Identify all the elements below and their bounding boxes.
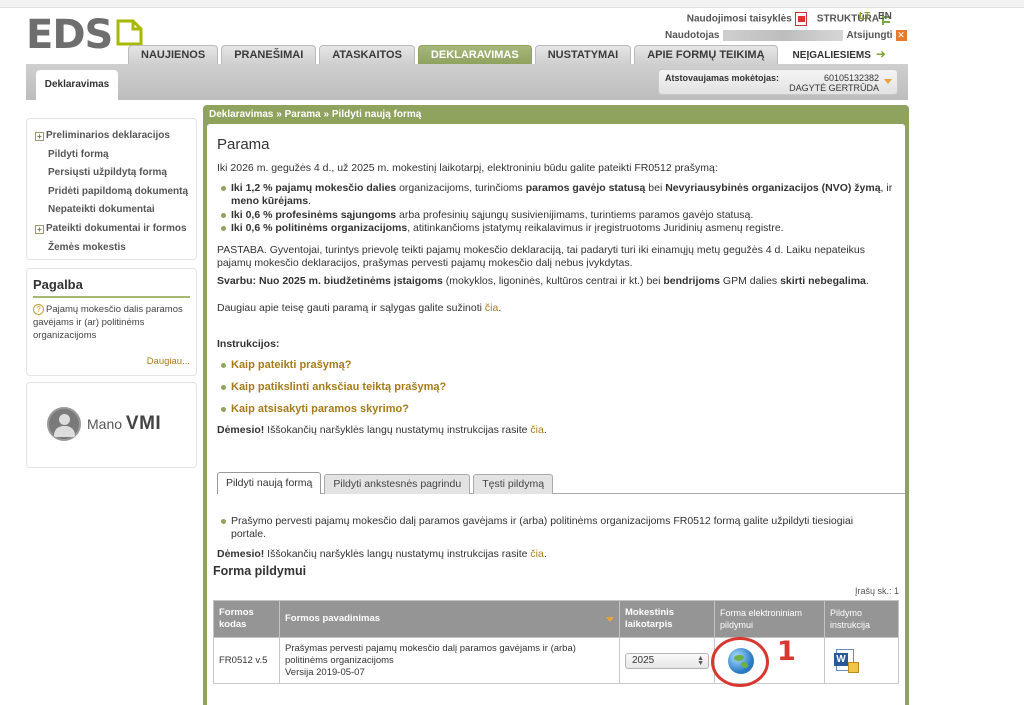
arrow-right-icon: ➜	[875, 47, 886, 61]
bullet-list: Iki 1,2 % pajamų mokesčio dalies organiz…	[217, 182, 897, 235]
form-tabs: Pildyti naują formą Pildyti ankstesnės p…	[217, 472, 905, 494]
sidebar-item-fill-form[interactable]: Pildyti formą	[35, 146, 196, 165]
bullet-2: Iki 0,6 % profesinėms sąjungoms arba pro…	[217, 209, 897, 222]
subtab-declaration[interactable]: Deklaravimas	[36, 70, 118, 100]
records-count: Įrašų sk.: 1	[854, 586, 899, 596]
bullet-1: Iki 1,2 % pajamų mokesčio dalies organiz…	[217, 182, 897, 208]
mano-vmi-banner[interactable]: Mano VMI	[26, 382, 197, 468]
help-title: Pagalba	[33, 277, 190, 298]
payer-code: 60105132382	[823, 73, 879, 83]
tab-continue[interactable]: Tęsti pildymą	[473, 474, 554, 494]
main-panel: Deklaravimas » Parama » Pildyti naują fo…	[203, 105, 909, 705]
lang-en[interactable]: EN	[878, 11, 892, 22]
instruction-link-cancel[interactable]: Kaip atsisakyti paramos skyrimo?	[217, 403, 817, 416]
cell-name: Prašymas pervesti pajamų mokesčio dalį p…	[279, 637, 620, 684]
breadcrumb: Deklaravimas » Parama » Pildyti naują fo…	[209, 109, 422, 120]
instructions-title: Instrukcijos:	[217, 338, 280, 350]
forms-title: Forma pildymui	[213, 564, 307, 578]
nav-accessibility[interactable]: NEĮGALIESIEMS ➜	[781, 45, 898, 64]
word-w-badge: W	[834, 652, 848, 666]
tab-new-form[interactable]: Pildyti naują formą	[217, 472, 322, 494]
cell-version: Versija 2019-05-07	[285, 666, 365, 678]
instructions-list: Kaip pateikti prašymą? Kaip patikslinti …	[217, 359, 817, 425]
lang-lt[interactable]: LT	[859, 11, 870, 22]
th-instruction: Pildymo instrukcija	[824, 600, 899, 638]
rules-link[interactable]: Naudojimosi taisyklės	[687, 12, 807, 26]
sidebar-item-attach-document[interactable]: Pridėti papildomą dokumentą	[35, 183, 196, 202]
annotation-circle	[711, 637, 769, 687]
table-header-row: Formos kodas Formos pavadinimas Mokestin…	[213, 600, 899, 638]
page-title: Parama	[217, 136, 270, 153]
intro-text: Iki 2026 m. gegužės 4 d., už 2025 m. mok…	[217, 162, 718, 174]
important-text: Svarbu: Nuo 2025 m. biudžetinėms įstaigo…	[217, 275, 869, 287]
tab-bullet: Prašymo pervesti pajamų mokesčio dalį pa…	[217, 515, 887, 541]
grid-badge	[848, 661, 859, 673]
payer-name: DAGYTĖ GERTRŪDA	[789, 83, 879, 93]
sort-icon[interactable]	[606, 617, 614, 622]
tab-from-previous[interactable]: Pildyti ankstesnės pagrindu	[324, 474, 471, 494]
nav-tab-messages[interactable]: PRANEŠIMAI	[221, 45, 317, 64]
cell-instruction: W	[824, 637, 899, 684]
logo-document-icon	[116, 19, 143, 46]
forms-table: Formos kodas Formos pavadinimas Mokestin…	[213, 600, 899, 684]
tab-bullet-text: Prašymo pervesti pajamų mokesčio dalį pa…	[217, 515, 887, 541]
stepper-arrows-icon: ▲ ▼	[697, 654, 704, 667]
nav-tab-settings[interactable]: NUSTATYMAI	[534, 45, 632, 64]
th-code: Formos kodas	[213, 600, 280, 638]
sidebar-item-land-tax[interactable]: Žemės mokestis	[35, 239, 196, 258]
payer-label: Atstovaujamas mokėtojas:	[665, 73, 780, 83]
help-box: Pagalba ? Pajamų mokesčio dalis paramos g…	[26, 268, 197, 376]
nav-tab-news[interactable]: NAUJIENOS	[128, 45, 219, 64]
more-info-text: Daugiau apie teisę gauti paramą ir sąlyg…	[217, 302, 502, 314]
expand-icon[interactable]: +	[35, 131, 44, 141]
main-nav: NAUJIENOS PRANEŠIMAI ATASKAITOS DEKLARAV…	[128, 45, 898, 64]
user-line: Naudotojas Atsijungti ✕	[665, 30, 907, 41]
top-strip	[0, 0, 1024, 8]
caret-down-icon	[884, 79, 892, 84]
word-document-icon[interactable]: W	[834, 648, 860, 674]
bullet-3: Iki 0,6 % politinėms organizacijoms, ati…	[217, 222, 897, 235]
user-name-redacted	[723, 30, 844, 41]
note-text: PASTABA. Gyventojai, turintys prievolę t…	[217, 244, 866, 269]
instruction-link-correct[interactable]: Kaip patikslinti anksčiau teiktą prašymą…	[217, 381, 817, 394]
sidebar-nav: + Preliminarios deklaracijos Pildyti form…	[26, 118, 197, 260]
sidebar-item-submitted[interactable]: + Pateikti dokumentai ir formos	[35, 220, 196, 239]
nav-tab-declaration[interactable]: DEKLARAVIMAS	[417, 45, 532, 64]
logout-link[interactable]: Atsijungti	[846, 30, 892, 41]
warning-link[interactable]: čia	[530, 424, 543, 436]
more-info-link[interactable]: čia	[485, 302, 498, 314]
help-more-link[interactable]: Daugiau...	[147, 356, 190, 367]
cell-period: 2025 ▲ ▼	[619, 637, 715, 684]
sidebar-item-send-form[interactable]: Persiųsti užpildytą formą	[35, 164, 196, 183]
instruction-link-submit[interactable]: Kaip pateikti prašymą?	[217, 359, 817, 372]
eds-logo[interactable]: EDS	[26, 12, 144, 58]
question-icon: ?	[33, 304, 44, 315]
user-label: Naudotojas	[665, 30, 720, 41]
warning-text: Dėmesio! Iššokančių naršyklės langų nust…	[217, 424, 547, 436]
payer-selector[interactable]: Atstovaujamas mokėtojas: 60105132382 DAG…	[658, 69, 898, 95]
sidebar-item-preliminary[interactable]: + Preliminarios deklaracijos	[35, 127, 196, 146]
th-electronic: Forma elektroniniam pildymui	[714, 600, 825, 638]
sidebar-item-unsubmitted[interactable]: Nepateikti dokumentai	[35, 201, 196, 220]
warning-text-2: Dėmesio! Iššokančių naršyklės langų nust…	[217, 548, 547, 560]
year-select[interactable]: 2025 ▲ ▼	[625, 652, 709, 669]
mano-vmi-text: Mano VMI	[87, 413, 162, 434]
cell-code: FR0512 v.5	[213, 637, 280, 684]
help-link[interactable]: ? Pajamų mokesčio dalis paramos gavėjams …	[33, 303, 190, 342]
nav-tab-reports[interactable]: ATASKAITOS	[319, 45, 415, 64]
logo-text: EDS	[26, 12, 113, 58]
nav-tab-about[interactable]: APIE FORMŲ TEIKIMĄ	[634, 45, 778, 64]
close-icon[interactable]: ✕	[895, 30, 907, 41]
warning-link-2[interactable]: čia	[530, 548, 543, 560]
person-icon	[47, 407, 81, 441]
pdf-icon	[794, 12, 807, 26]
th-name[interactable]: Formos pavadinimas	[279, 600, 620, 638]
expand-icon[interactable]: +	[35, 224, 44, 234]
th-period: Mokestinis laikotarpis	[619, 600, 715, 638]
main-content: Parama Iki 2026 m. gegužės 4 d., už 2025…	[207, 124, 905, 705]
annotation-number: 1	[777, 636, 796, 667]
